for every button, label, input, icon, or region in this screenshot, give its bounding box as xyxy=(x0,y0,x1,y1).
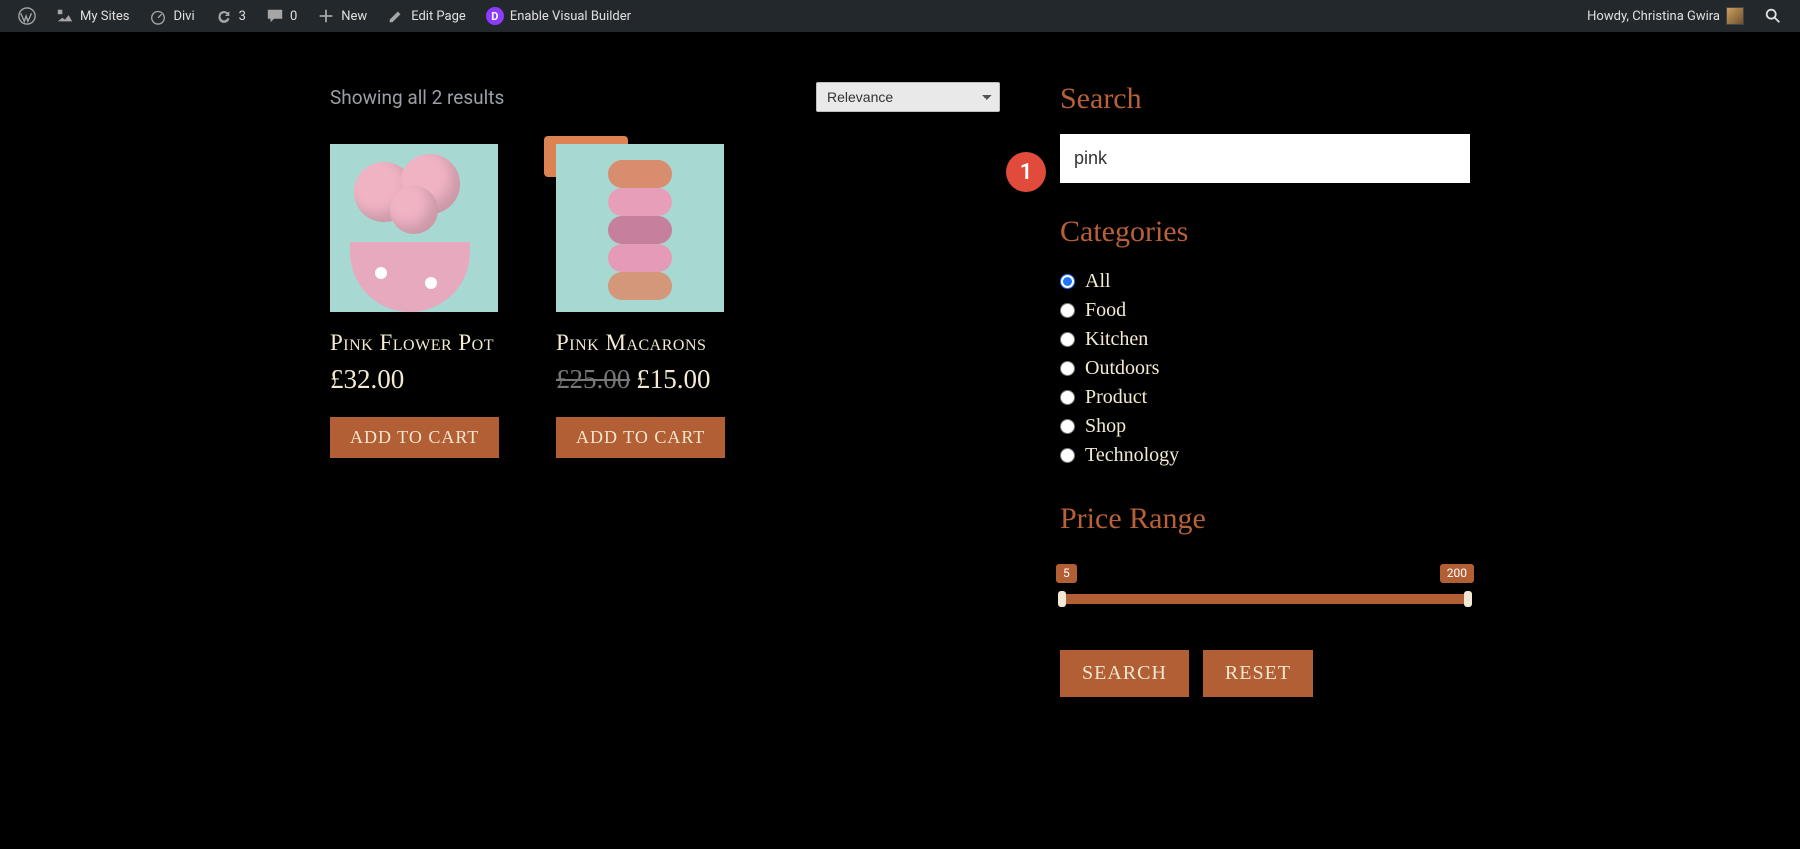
category-option[interactable]: Kitchen xyxy=(1060,325,1470,354)
sites-icon xyxy=(56,7,74,25)
range-min-label: 5 xyxy=(1056,564,1077,583)
category-radio[interactable] xyxy=(1060,390,1075,405)
categories-widget: Categories All Food Kitchen Outdoors Product… xyxy=(1060,215,1470,470)
comments-count: 0 xyxy=(290,9,297,24)
site-name-link[interactable]: Divi xyxy=(139,0,204,32)
category-label: Kitchen xyxy=(1085,328,1148,351)
product-price: £25.00£15.00 xyxy=(556,364,742,395)
visual-builder-link[interactable]: D Enable Visual Builder xyxy=(476,0,641,32)
reset-button[interactable]: RESET xyxy=(1203,650,1313,697)
product-title: Pink Macarons xyxy=(556,330,742,356)
category-label: Technology xyxy=(1085,444,1179,467)
admin-search-button[interactable] xyxy=(1754,0,1792,32)
category-radio[interactable] xyxy=(1060,361,1075,376)
add-to-cart-button[interactable]: ADD TO CART xyxy=(556,417,725,458)
product-title: Pink Flower Pot xyxy=(330,330,516,356)
new-label: New xyxy=(341,9,367,24)
refresh-icon xyxy=(215,7,233,25)
new-content-link[interactable]: New xyxy=(307,0,377,32)
updates-link[interactable]: 3 xyxy=(205,0,256,32)
my-sites-link[interactable]: My Sites xyxy=(46,0,139,32)
result-count: Showing all 2 results xyxy=(330,86,504,109)
category-option[interactable]: Product xyxy=(1060,383,1470,412)
search-input[interactable] xyxy=(1060,134,1470,183)
search-widget: Search xyxy=(1060,82,1470,183)
howdy-user[interactable]: Howdy, Christina Gwira xyxy=(1577,0,1754,32)
slider-thumb-min[interactable] xyxy=(1058,591,1066,607)
price-range-widget: Price Range 5 200 xyxy=(1060,502,1470,604)
site-name-label: Divi xyxy=(173,9,194,24)
gauge-icon xyxy=(149,7,167,25)
product-card[interactable]: Pink Flower Pot £32.00 ADD TO CART xyxy=(330,144,516,458)
visual-builder-label: Enable Visual Builder xyxy=(510,9,631,24)
product-image[interactable] xyxy=(556,144,724,312)
my-sites-label: My Sites xyxy=(80,9,129,24)
product-price: £32.00 xyxy=(330,364,516,395)
comments-link[interactable]: 0 xyxy=(256,0,307,32)
pencil-icon xyxy=(387,7,405,25)
updates-count: 3 xyxy=(239,9,246,24)
category-radio[interactable] xyxy=(1060,419,1075,434)
category-option[interactable]: Food xyxy=(1060,296,1470,325)
category-option[interactable]: All xyxy=(1060,267,1470,296)
category-label: Shop xyxy=(1085,415,1126,438)
howdy-label: Howdy, Christina Gwira xyxy=(1587,9,1720,24)
category-label: All xyxy=(1085,270,1111,293)
comment-icon xyxy=(266,7,284,25)
category-label: Food xyxy=(1085,299,1126,322)
user-avatar xyxy=(1726,7,1744,25)
wp-logo[interactable] xyxy=(8,0,46,32)
sort-dropdown[interactable]: Relevance xyxy=(816,82,1000,112)
product-results: Showing all 2 results Relevance Pink Flo… xyxy=(330,82,1000,697)
price-slider[interactable] xyxy=(1060,594,1470,604)
categories-title: Categories xyxy=(1060,215,1470,249)
filter-sidebar: 1 Search Categories AllFoodKitchenOutdoo… xyxy=(1060,82,1470,697)
wp-admin-bar: My Sites Divi 3 0 New Edit Page D Enable… xyxy=(0,0,1800,32)
search-button[interactable]: SEARCH xyxy=(1060,650,1189,697)
range-max-label: 200 xyxy=(1440,564,1474,583)
search-icon xyxy=(1764,7,1782,25)
category-radio[interactable] xyxy=(1060,448,1075,463)
search-title: Search xyxy=(1060,82,1470,116)
edit-page-label: Edit Page xyxy=(411,9,466,24)
category-radio[interactable] xyxy=(1060,274,1075,289)
category-label: Product xyxy=(1085,386,1147,409)
plus-icon xyxy=(317,7,335,25)
step-annotation: 1 xyxy=(1006,152,1046,192)
wordpress-icon xyxy=(18,7,36,25)
category-option[interactable]: Technology xyxy=(1060,441,1470,470)
category-option[interactable]: Outdoors xyxy=(1060,354,1470,383)
price-range-title: Price Range xyxy=(1060,502,1470,536)
product-card[interactable]: Sale!Pink Macarons£25.00£15.00ADD TO CAR… xyxy=(556,144,742,458)
category-label: Outdoors xyxy=(1085,357,1159,380)
category-option[interactable]: Shop xyxy=(1060,412,1470,441)
edit-page-link[interactable]: Edit Page xyxy=(377,0,476,32)
product-image[interactable] xyxy=(330,144,498,312)
category-radio[interactable] xyxy=(1060,303,1075,318)
add-to-cart-button[interactable]: ADD TO CART xyxy=(330,417,499,458)
category-radio[interactable] xyxy=(1060,332,1075,347)
slider-thumb-max[interactable] xyxy=(1464,591,1472,607)
divi-icon: D xyxy=(486,7,504,25)
